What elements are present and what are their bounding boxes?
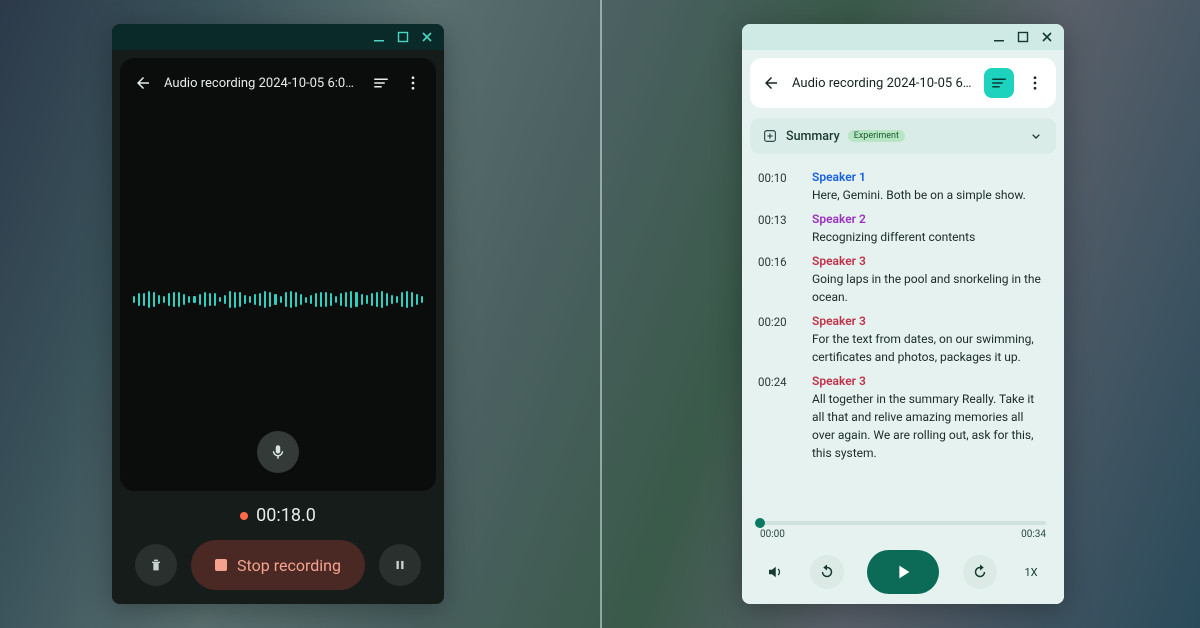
summary-label: Summary: [786, 129, 840, 144]
transcript-time: 00:13: [758, 212, 798, 246]
window-maximize-icon[interactable]: [1016, 30, 1030, 44]
transcript-row[interactable]: 00:13 Speaker 2 Recognizing different cont…: [754, 204, 1052, 246]
recording-indicator-icon: [240, 512, 248, 520]
transcript-row[interactable]: 00:20 Speaker 3 For the text from dates, o…: [754, 306, 1052, 366]
delete-button[interactable]: [135, 544, 177, 586]
transcript-header-card: Audio recording 2024-10-05 6:08:3…: [750, 58, 1056, 108]
transcript-time: 00:10: [758, 170, 798, 204]
transcript-text: Here, Gemini. Both be on a simple show.: [812, 186, 1048, 204]
transcript-speaker: Speaker 1: [812, 170, 1048, 184]
transcript-speaker: Speaker 3: [812, 314, 1048, 328]
transcript-time: 00:16: [758, 254, 798, 306]
back-arrow-icon[interactable]: [760, 72, 782, 94]
chevron-down-icon: [1028, 128, 1044, 144]
player: 00:00 00:34 1X: [750, 507, 1056, 594]
window-minimize-icon[interactable]: [372, 30, 386, 44]
summary-card[interactable]: Summary Experiment: [750, 118, 1056, 154]
experiment-badge: Experiment: [848, 130, 905, 142]
recorder-window: Audio recording 2024-10-05 6:08:34 PM: [112, 24, 444, 604]
rewind-button[interactable]: [810, 555, 844, 589]
transcript-time: 00:20: [758, 314, 798, 366]
seek-thumb[interactable]: [755, 518, 765, 528]
transcript-text: For the text from dates, on our swimming…: [812, 330, 1048, 366]
transcript-toggle-button[interactable]: [984, 68, 1014, 98]
volume-icon[interactable]: [764, 561, 786, 583]
recording-title: Audio recording 2024-10-05 6:08:34 PM: [164, 76, 360, 91]
timer-row: 00:18.0: [120, 505, 436, 526]
time-start: 00:00: [760, 529, 785, 540]
stop-recording-button[interactable]: Stop recording: [191, 540, 365, 590]
window-close-icon[interactable]: [1040, 30, 1054, 44]
transcript-row[interactable]: 00:16 Speaker 3 Going laps in the pool and…: [754, 246, 1052, 306]
timer: 00:18.0: [256, 505, 316, 526]
time-end: 00:34: [1021, 529, 1046, 540]
transcript-speaker: Speaker 3: [812, 374, 1048, 388]
waveform-area: [120, 108, 436, 491]
window-maximize-icon[interactable]: [396, 30, 410, 44]
transcript-text: All together in the summary Really. Take…: [812, 390, 1048, 462]
transcript-speaker: Speaker 2: [812, 212, 1048, 226]
transcript-icon[interactable]: [370, 72, 392, 94]
window-titlebar: [112, 24, 444, 50]
more-menu-icon[interactable]: [1024, 72, 1046, 94]
speed-button[interactable]: 1X: [1020, 566, 1042, 579]
transcript-row[interactable]: 00:10 Speaker 1 Here, Gemini. Both be on a…: [754, 162, 1052, 204]
forward-button[interactable]: [963, 555, 997, 589]
stop-icon: [215, 559, 227, 571]
window-minimize-icon[interactable]: [992, 30, 1006, 44]
recording-card: Audio recording 2024-10-05 6:08:34 PM: [120, 58, 436, 491]
transcript-text: Recognizing different contents: [812, 228, 1048, 246]
window-titlebar: [742, 24, 1064, 50]
transcript-text: Going laps in the pool and snorkeling in…: [812, 270, 1048, 306]
play-button[interactable]: [867, 550, 939, 594]
transcript-time: 00:24: [758, 374, 798, 462]
more-menu-icon[interactable]: [402, 72, 424, 94]
mic-button[interactable]: [257, 431, 299, 473]
pause-button[interactable]: [379, 544, 421, 586]
transcript-window: Audio recording 2024-10-05 6:08:3… Summa…: [742, 24, 1064, 604]
window-close-icon[interactable]: [420, 30, 434, 44]
transcript-row[interactable]: 00:24 Speaker 3 All together in the summar…: [754, 366, 1052, 462]
waveform: [133, 280, 424, 320]
back-arrow-icon[interactable]: [132, 72, 154, 94]
transcript-speaker: Speaker 3: [812, 254, 1048, 268]
summary-sparkle-icon: [762, 128, 778, 144]
transcript-title: Audio recording 2024-10-05 6:08:3…: [792, 76, 974, 91]
transcript-list: 00:10 Speaker 1 Here, Gemini. Both be on a…: [750, 162, 1056, 501]
seek-track[interactable]: [760, 521, 1046, 525]
stop-label: Stop recording: [237, 556, 341, 575]
